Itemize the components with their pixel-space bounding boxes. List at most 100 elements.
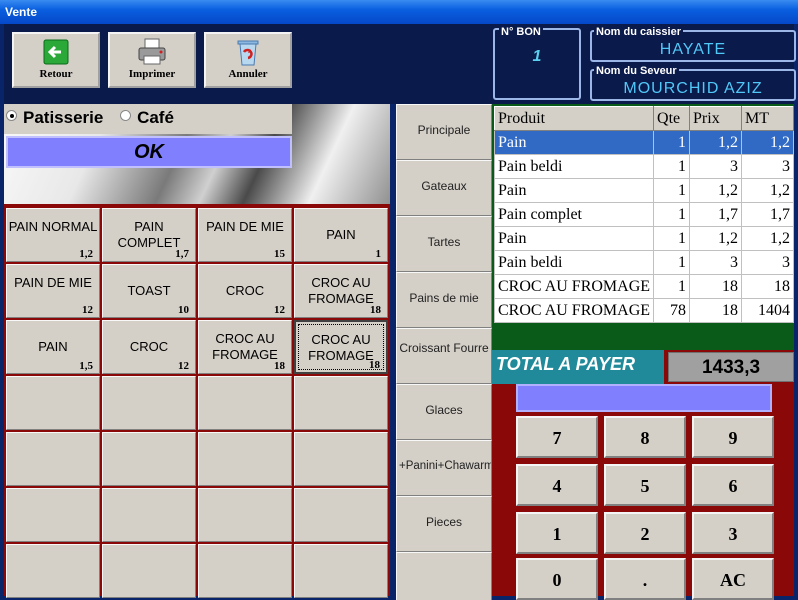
order-panel: Produit Qte Prix MT Pain 1 1,2 1,2 Pain … [492,104,794,350]
cell-prix: 1,2 [689,130,742,155]
product-button[interactable]: CROC 12 [198,264,292,318]
radio-patisserie[interactable]: Patisserie [6,108,103,128]
table-row[interactable]: Pain 1 1,2 1,2 [493,226,794,251]
empty-product-slot[interactable] [6,432,100,486]
table-row[interactable]: Pain 1 1,2 1,2 [493,130,794,155]
category-croissant-fourre[interactable]: Croissant Fourre [396,328,492,384]
recycle-bin-icon [237,40,259,66]
category-pieces[interactable]: Pieces [396,496,492,552]
empty-product-slot[interactable] [198,488,292,542]
product-button[interactable]: CROC AU FROMAGE 18 [198,320,292,374]
key-6[interactable]: 6 [692,464,774,506]
key-4[interactable]: 4 [516,464,598,506]
bon-number-caption: N° BON [499,26,543,38]
key-decimal[interactable]: . [604,558,686,600]
server-name-caption: Nom du Seveur [594,65,679,77]
empty-product-slot[interactable] [102,376,196,430]
category-empty[interactable] [396,552,492,600]
category-principale[interactable]: Principale [396,104,492,160]
cell-qte: 1 [653,226,691,251]
product-name: PAIN DE MIE [206,219,284,234]
key-8[interactable]: 8 [604,416,686,458]
product-button[interactable]: PAIN DE MIE 15 [198,208,292,262]
empty-product-slot[interactable] [294,432,388,486]
product-button[interactable]: CROC 12 [102,320,196,374]
product-name: CROC [225,283,265,298]
empty-product-slot[interactable] [6,544,100,598]
empty-product-slot[interactable] [102,432,196,486]
cancel-button-label: Annuler [228,68,268,80]
product-price: 1,7 [175,248,189,260]
key-3[interactable]: 3 [692,512,774,554]
category-gateaux[interactable]: Gateaux [396,160,492,216]
product-price: 1,5 [79,360,93,372]
radio-cafe[interactable]: Café [120,108,174,128]
empty-product-slot[interactable] [294,488,388,542]
cashier-name-caption: Nom du caissier [594,26,683,38]
column-header-qte[interactable]: Qte [653,106,691,131]
product-button[interactable]: PAIN 1,5 [6,320,100,374]
key-2[interactable]: 2 [604,512,686,554]
table-row[interactable]: Pain beldi 1 3 3 [493,154,794,179]
cell-qte: 1 [653,202,691,227]
empty-product-slot[interactable] [102,544,196,598]
cashier-name-value: HAYATE [659,41,727,58]
key-1[interactable]: 1 [516,512,598,554]
key-0[interactable]: 0 [516,558,598,600]
cell-mt: 1,2 [741,178,794,203]
empty-product-slot[interactable] [6,488,100,542]
table-row[interactable]: CROC AU FROMAGE 1 18 18 [493,274,794,299]
back-button[interactable]: Retour [12,32,100,88]
category-tartes[interactable]: Tartes [396,216,492,272]
cell-mt: 1404 [741,298,794,323]
category-glaces[interactable]: Glaces [396,384,492,440]
empty-product-slot[interactable] [198,376,292,430]
numeric-keypad: 7 8 9 4 5 6 1 2 3 0 . AC [492,384,794,600]
product-button[interactable]: TOAST 10 [102,264,196,318]
empty-product-slot[interactable] [198,432,292,486]
empty-product-slot[interactable] [294,376,388,430]
keypad-display[interactable] [516,384,772,412]
product-button[interactable]: CROC AU FROMAGE 18 [294,264,388,318]
server-name-value: MOURCHID AZIZ [623,80,763,97]
column-header-mt[interactable]: MT [741,106,794,131]
key-9[interactable]: 9 [692,416,774,458]
product-price: 18 [370,304,381,316]
table-row[interactable]: CROC AU FROMAGE 78 18 1404 [493,298,794,323]
radio-cafe-label: Café [137,108,174,127]
print-button[interactable]: Imprimer [108,32,196,88]
table-row[interactable]: Pain 1 1,2 1,2 [493,178,794,203]
empty-product-slot[interactable] [102,488,196,542]
cell-prix: 18 [689,274,742,299]
cell-qte: 1 [653,130,691,155]
column-header-prix[interactable]: Prix [689,106,742,131]
product-name: PAIN [38,339,68,354]
product-button[interactable]: CROC AU FROMAGE 18 [294,320,388,374]
cell-prix: 1,2 [689,226,742,251]
product-button[interactable]: PAIN NORMAL 1,2 [6,208,100,262]
empty-product-slot[interactable] [6,376,100,430]
table-row[interactable]: Pain complet 1 1,7 1,7 [493,202,794,227]
category-list: Principale Gateaux Tartes Pains de mie C… [396,104,492,600]
ok-button[interactable]: OK [6,136,292,168]
key-5[interactable]: 5 [604,464,686,506]
product-name: CROC AU FROMAGE [212,331,278,362]
product-button[interactable]: PAIN COMPLET 1,7 [102,208,196,262]
category-pains-de-mie[interactable]: Pains de mie [396,272,492,328]
product-button[interactable]: PAIN DE MIE 12 [6,264,100,318]
key-clear[interactable]: AC [692,558,774,600]
key-7[interactable]: 7 [516,416,598,458]
product-name: PAIN COMPLET [117,219,181,250]
cell-prix: 1,7 [689,202,742,227]
empty-product-slot[interactable] [198,544,292,598]
category-panini-chawarma[interactable]: +Panini+Chawarma [396,440,492,496]
total-value: 1433,3 [668,352,794,382]
radio-dot-cafe [120,110,132,121]
cell-qte: 1 [653,178,691,203]
product-button[interactable]: PAIN 1 [294,208,388,262]
empty-product-slot[interactable] [294,544,388,598]
column-header-produit[interactable]: Produit [493,106,655,131]
cancel-button[interactable]: Annuler [204,32,292,88]
table-row[interactable]: Pain beldi 1 3 3 [493,250,794,275]
window-title: Vente [0,0,798,24]
